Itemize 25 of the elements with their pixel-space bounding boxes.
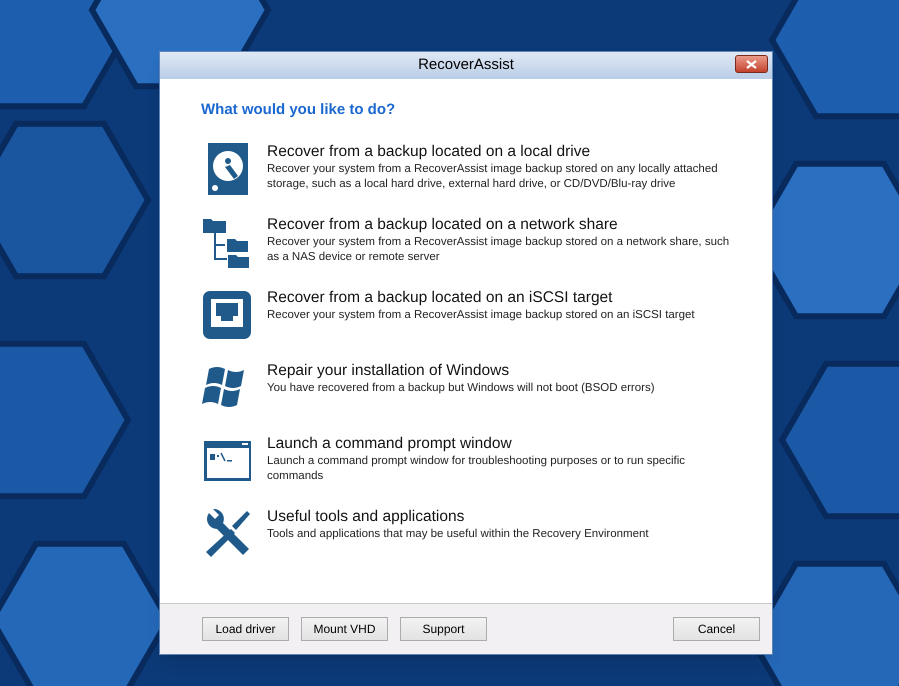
close-button[interactable] — [735, 55, 768, 73]
option-title: Useful tools and applications — [267, 506, 466, 526]
heading: What would you like to do? — [201, 100, 396, 120]
cancel-button[interactable]: Cancel — [673, 617, 760, 641]
footer-button[interactable]: Support — [400, 617, 487, 641]
option-description: You have recovered from a backup but Windows will not boot (BSOD errors) — [267, 380, 656, 396]
option-description: Recover your system from a RecoverAssist image backup stored on an iSCSI target — [267, 308, 696, 322]
option-title: Repair your installation of Windows — [267, 360, 510, 380]
option-item[interactable]: Launch a command prompt window Launch a command prompt window for troubleshooting purposes or to run specific commands — [201, 434, 756, 488]
option-description: Recover your system from a RecoverAssist image backup stored on any locally attached storage, such as a local hard drive, external hard drive, or CD/DVD/Blu-ray drive — [267, 162, 719, 192]
option-description: Tools and applications that may be useful within the Recovery Environment — [267, 526, 650, 542]
option-title: Launch a command prompt window — [267, 434, 513, 454]
option-item[interactable]: Recover from a backup located on an iSCSI target Recover your system from a RecoverAssist image backup stored on an iSCSI target — [201, 288, 756, 342]
close-icon — [746, 60, 757, 68]
option-description: Launch a command prompt window for troubleshooting purposes or to run specific commands — [267, 454, 686, 484]
option-description: Recover your system from a RecoverAssist image backup stored on a network share, such as a NAS device or remote server — [267, 234, 730, 264]
option-item[interactable]: Useful tools and applications Tools and applications that may be useful within the Recovery Environment — [201, 506, 756, 560]
option-title: Recover from a backup located on a network share — [267, 214, 619, 234]
footer-button[interactable]: Load driver — [202, 617, 289, 641]
option-title: Recover from a backup located on an iSCSI target — [267, 288, 614, 308]
option-title: Recover from a backup located on a local drive — [267, 142, 592, 162]
window-title: RecoverAssist — [418, 55, 514, 76]
footer-button[interactable]: Mount VHD — [301, 617, 388, 641]
option-item[interactable]: Recover from a backup located on a network share Recover your system from a RecoverAssist image backup stored on a network share, such as a NAS device or remote server — [201, 214, 756, 268]
option-item[interactable]: Repair your installation of Windows You have recovered from a backup but Windows will not boot (BSOD errors) — [201, 360, 756, 414]
